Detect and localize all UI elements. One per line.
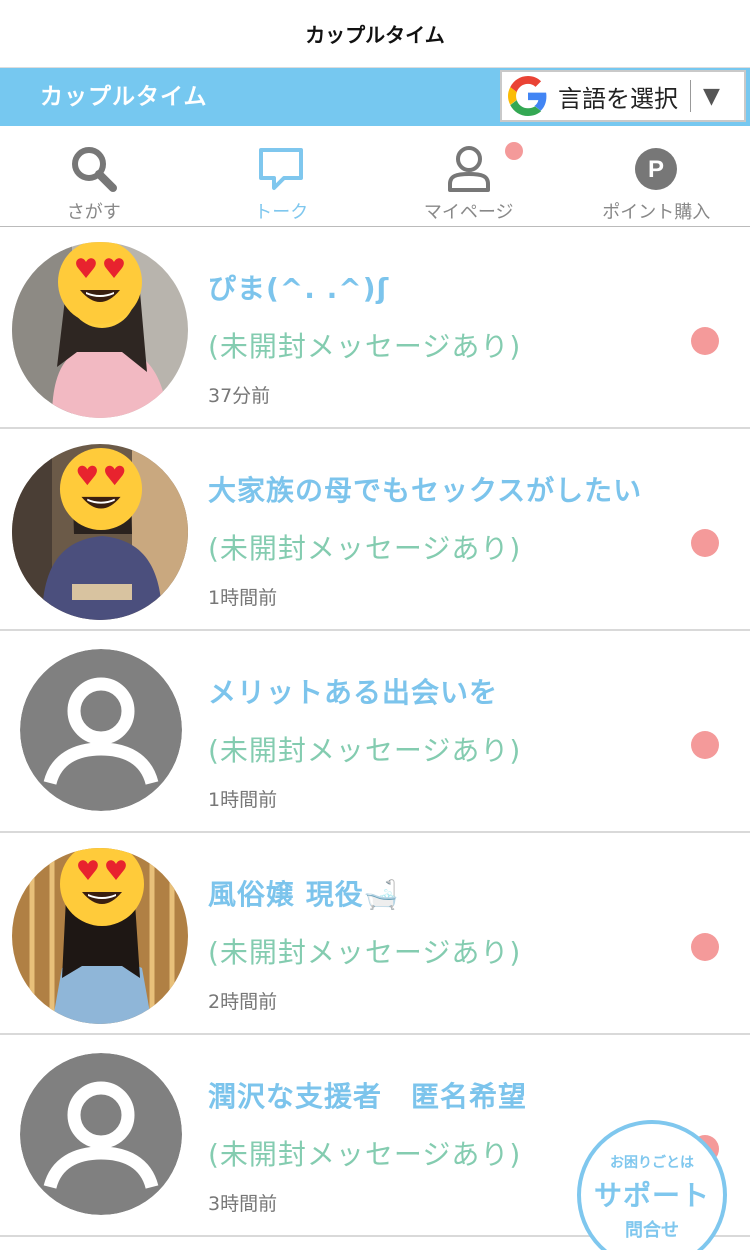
- notification-dot: [505, 142, 523, 160]
- support-line-1: お困りごとは: [610, 1155, 694, 1171]
- avatar[interactable]: [12, 848, 188, 1024]
- heart-eyes-emoji-icon: [60, 848, 144, 926]
- nav-label: ポイント購入: [602, 202, 711, 223]
- language-selector[interactable]: 言語を選択 ▼: [500, 70, 746, 122]
- avatar[interactable]: [12, 444, 188, 620]
- conversation-row[interactable]: 大家族の母でもセックスがしたい (未開封メッセージあり) 1時間前: [0, 429, 750, 631]
- support-line-3: 問合せ: [625, 1220, 679, 1241]
- conversation-row[interactable]: ぴま(^. .^)ʃ (未開封メッセージあり) 37分前: [0, 227, 750, 429]
- nav-label: さがす: [66, 202, 121, 223]
- message-status: (未開封メッセージあり): [208, 734, 522, 767]
- nav-label: マイページ: [423, 202, 514, 223]
- nav-item-points[interactable]: P ポイント購入: [563, 126, 750, 226]
- avatar[interactable]: [20, 1053, 182, 1215]
- google-g-icon: [508, 76, 547, 116]
- unread-dot: [691, 529, 719, 557]
- support-line-2: サポート: [593, 1179, 710, 1212]
- message-time: 2時間前: [208, 991, 278, 1013]
- default-user-icon: [20, 649, 182, 811]
- dropdown-arrow-icon: ▼: [703, 83, 720, 109]
- contact-name: 大家族の母でもセックスがしたい: [208, 474, 643, 507]
- message-status: (未開封メッセージあり): [208, 330, 522, 363]
- message-status: (未開封メッセージあり): [208, 1138, 522, 1171]
- message-time: 1時間前: [208, 789, 278, 811]
- nav-item-talk[interactable]: トーク: [188, 126, 376, 226]
- message-time: 3時間前: [208, 1193, 278, 1215]
- nav-label: トーク: [254, 202, 309, 223]
- search-icon: [71, 147, 117, 192]
- avatar[interactable]: [12, 242, 188, 418]
- contact-name: 潤沢な支援者 匿名希望: [208, 1080, 528, 1113]
- contact-name: ぴま(^. .^)ʃ: [208, 272, 390, 305]
- svg-text:P: P: [648, 156, 664, 183]
- conversation-row[interactable]: 風俗嬢 現役🛁 (未開封メッセージあり) 2時間前: [0, 833, 750, 1035]
- contact-name: 風俗嬢 現役🛁: [208, 878, 400, 911]
- conversation-list: ぴま(^. .^)ʃ (未開封メッセージあり) 37分前 大家族の母でもセックス…: [0, 227, 750, 1237]
- message-time: 1時間前: [208, 587, 278, 609]
- main-nav: さがす トーク マイページ P ポイント購入: [0, 126, 750, 227]
- default-user-icon: [20, 1053, 182, 1215]
- avatar[interactable]: [20, 649, 182, 811]
- unread-dot: [691, 933, 719, 961]
- app-title-bar: カップルタイム: [0, 0, 750, 68]
- points-p-icon: P: [635, 148, 678, 190]
- unread-dot: [691, 327, 719, 355]
- app-title: カップルタイム: [305, 23, 445, 47]
- heart-eyes-emoji-icon: [59, 447, 143, 531]
- message-time: 37分前: [208, 385, 271, 407]
- brand-label[interactable]: カップルタイム: [40, 68, 208, 126]
- contact-name: メリットある出会いを: [208, 676, 499, 709]
- nav-item-search[interactable]: さがす: [0, 126, 188, 226]
- person-icon: [447, 146, 490, 192]
- chat-bubble-icon: [259, 148, 304, 190]
- message-status: (未開封メッセージあり): [208, 532, 522, 565]
- conversation-row[interactable]: メリットある出会いを (未開封メッセージあり) 1時間前: [0, 631, 750, 833]
- unread-dot: [691, 731, 719, 759]
- header-bar: カップルタイム 言語を選択 ▼: [0, 68, 750, 126]
- nav-item-mypage[interactable]: マイページ: [375, 126, 563, 226]
- language-selector-label: 言語を選択: [558, 84, 678, 113]
- selector-divider: [690, 80, 691, 112]
- message-status: (未開封メッセージあり): [208, 936, 522, 969]
- heart-eyes-emoji-icon: [58, 242, 142, 324]
